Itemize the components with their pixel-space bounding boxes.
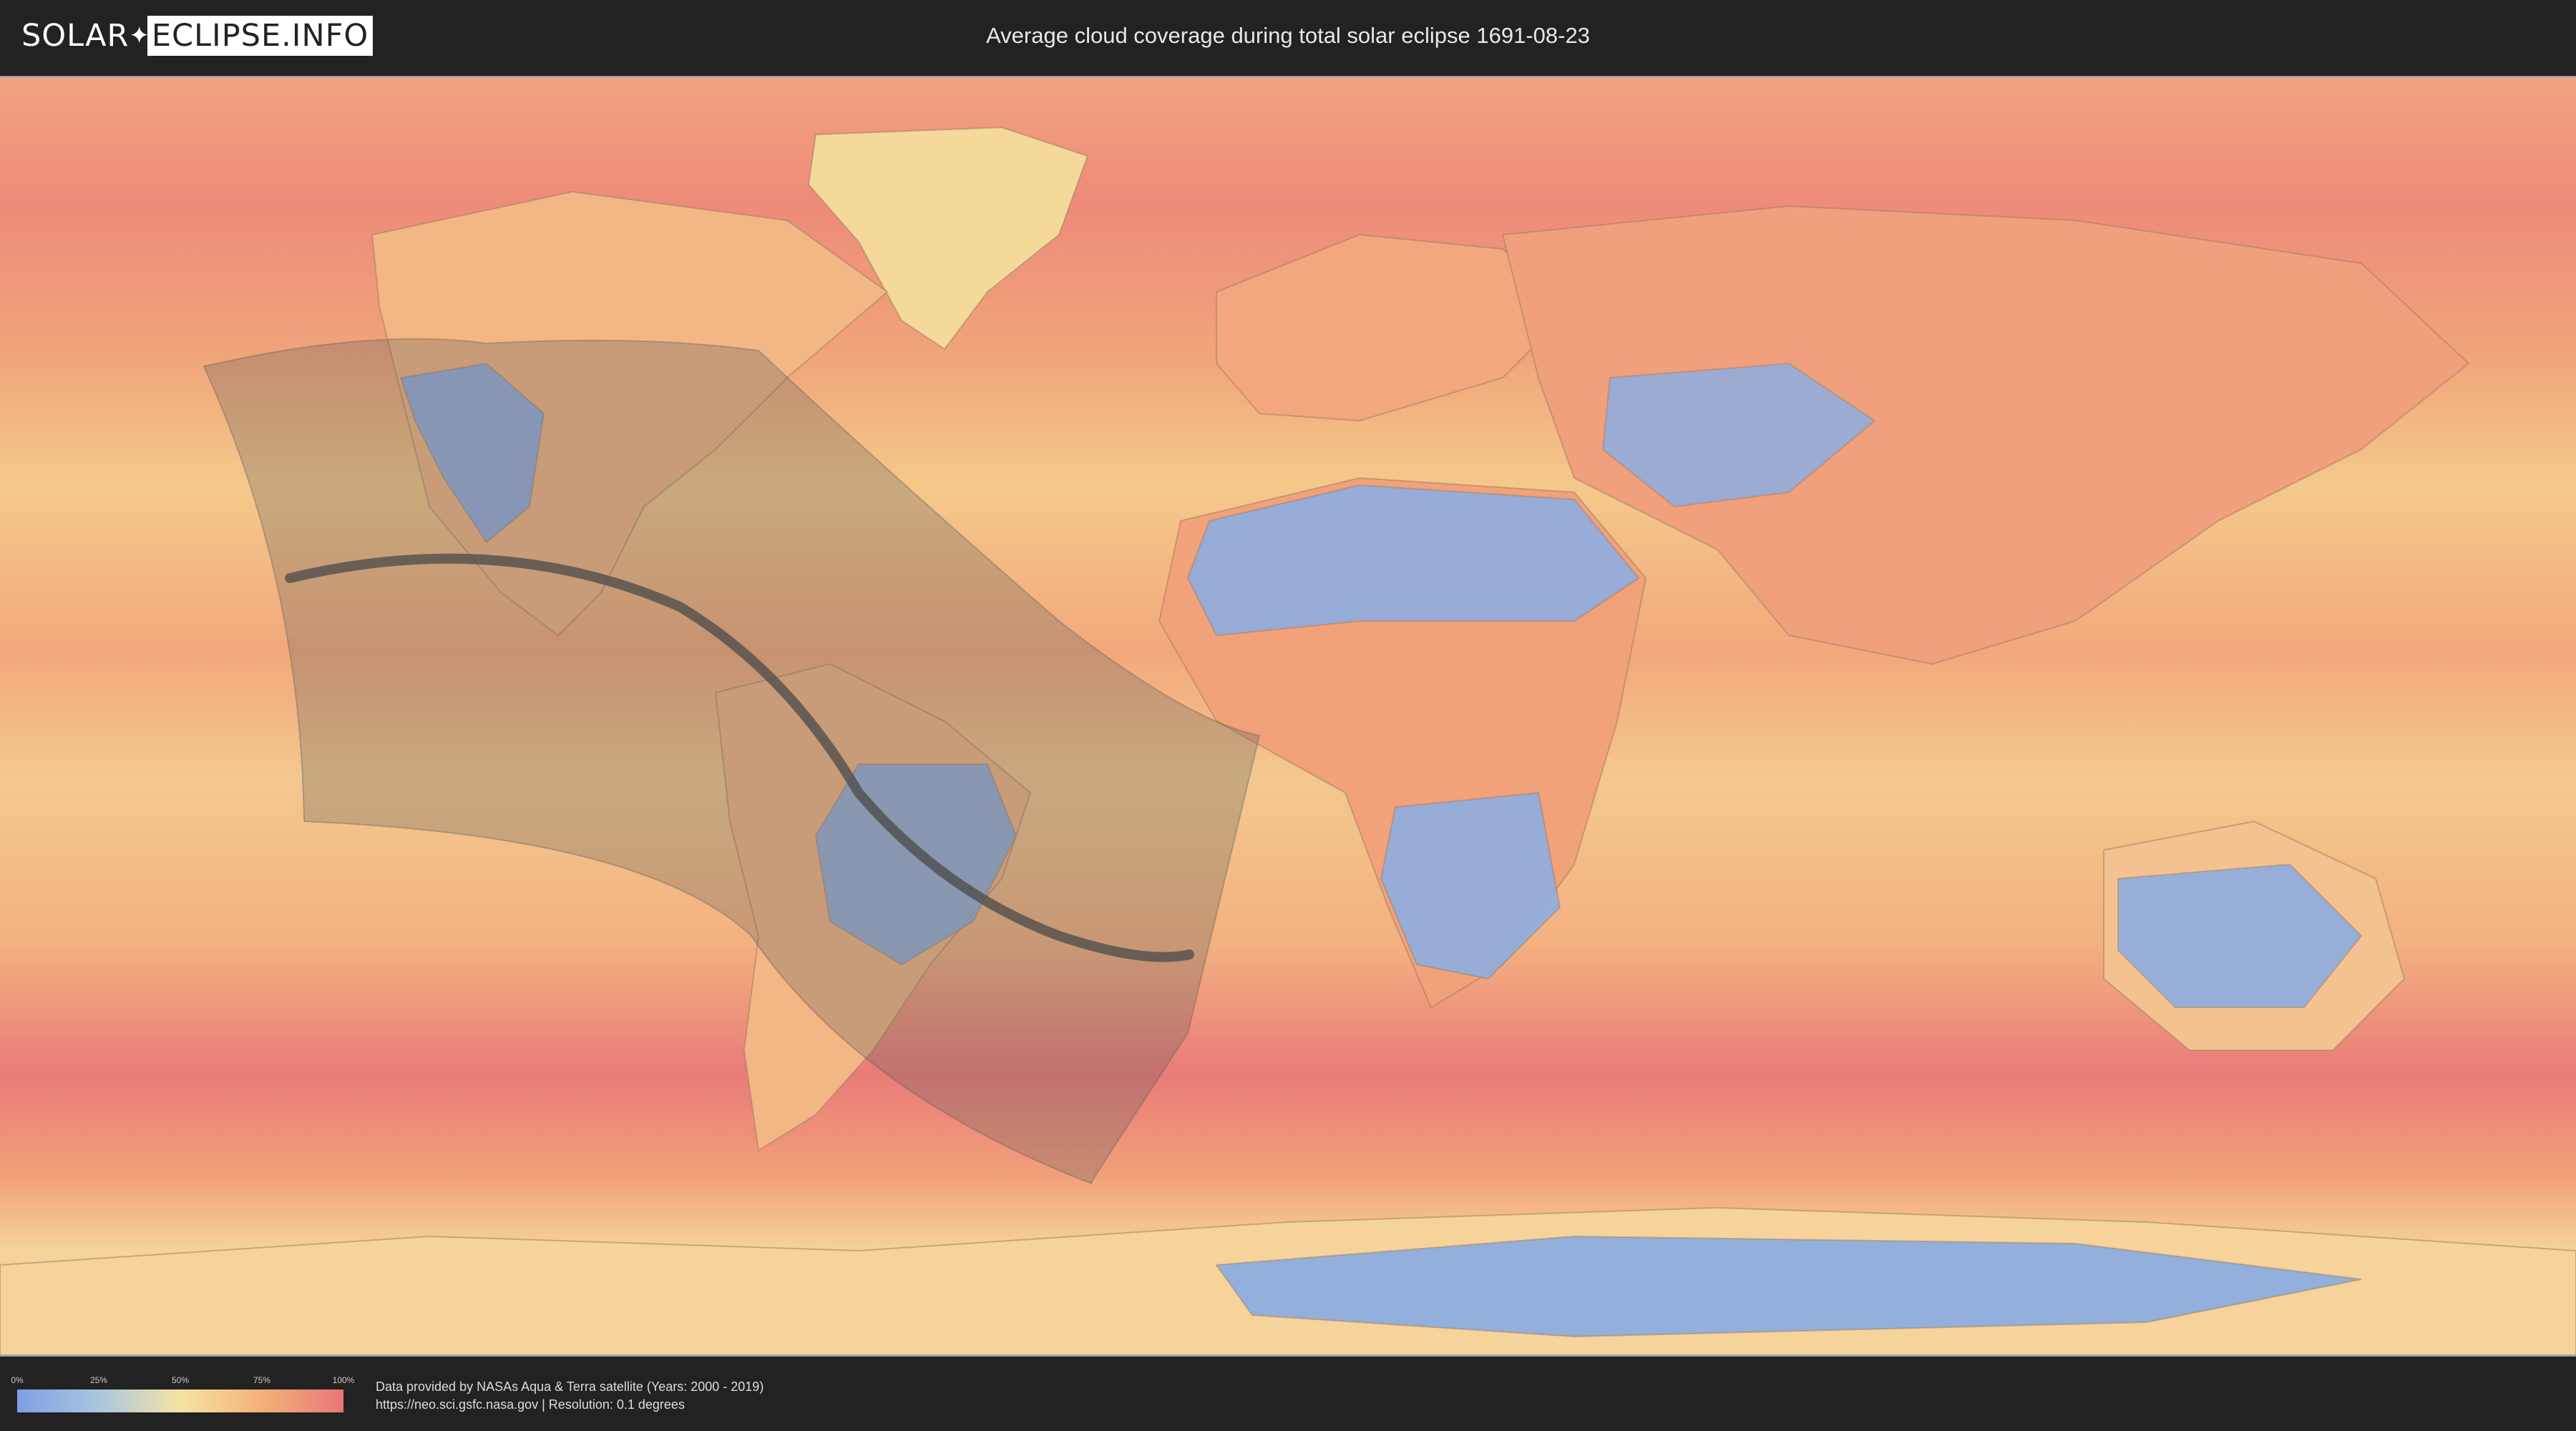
credits-line-1: Data provided by NASAs Aqua & Terra sate… <box>376 1379 764 1394</box>
legend-label-75: 75% <box>253 1375 271 1385</box>
map-svg <box>0 77 2576 1355</box>
credits-line-2[interactable]: https://neo.sci.gsfc.nasa.gov | Resoluti… <box>376 1396 763 1414</box>
legend-label-50: 50% <box>171 1375 190 1385</box>
header-bar: SOLAR ✦ ECLIPSE.INFO Average cloud cover… <box>0 0 2576 72</box>
data-credits: Data provided by NASAs Aqua & Terra sate… <box>376 1378 763 1414</box>
legend-label-100: 100% <box>332 1375 355 1385</box>
legend-labels: 0% 25% 50% 75% 100% <box>11 1375 354 1387</box>
cloud-coverage-map[interactable] <box>0 76 2576 1357</box>
legend-label-25: 25% <box>89 1375 108 1385</box>
legend-label-0: 0% <box>11 1375 24 1385</box>
legend-gradient-bar <box>17 1390 343 1412</box>
page-title: Average cloud coverage during total sola… <box>986 23 1590 48</box>
